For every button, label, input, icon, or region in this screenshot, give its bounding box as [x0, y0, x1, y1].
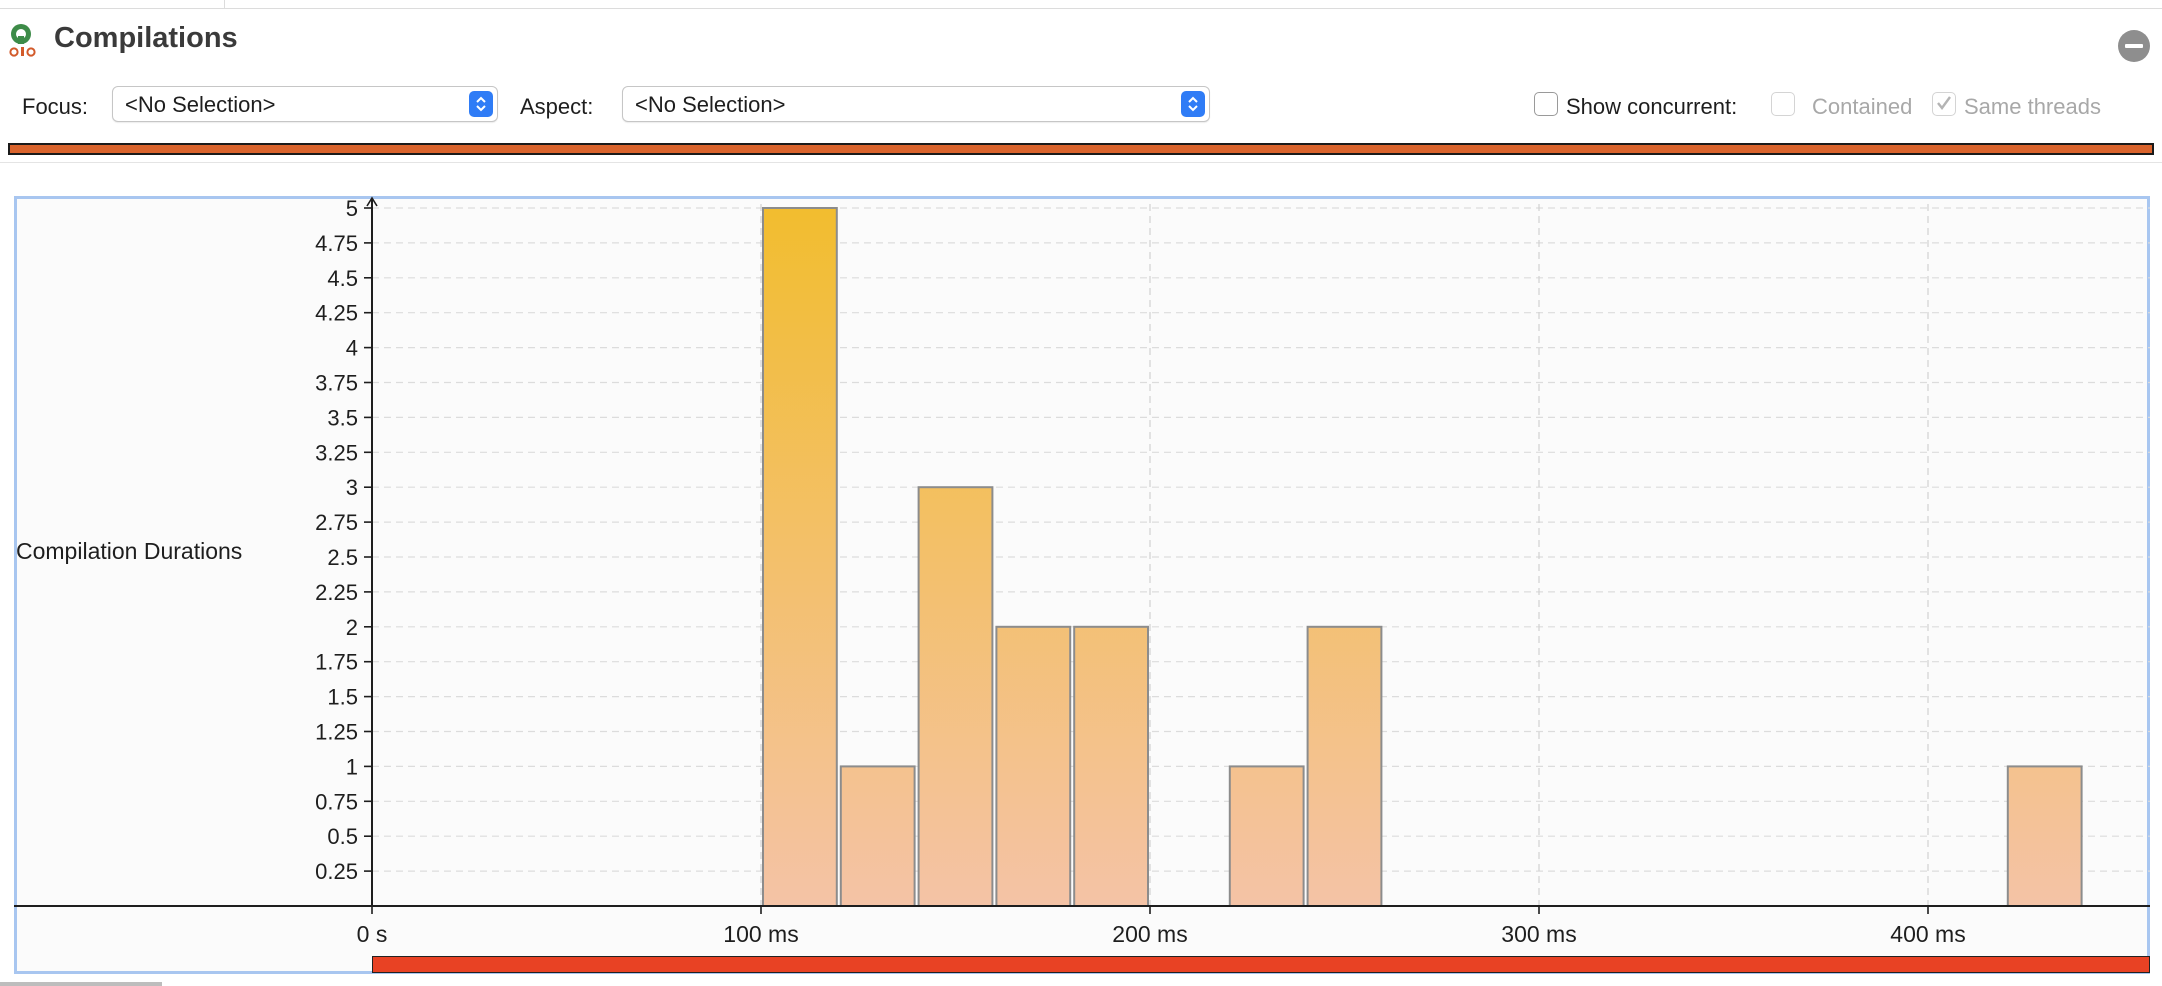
- x-tick-label: 100 ms: [723, 921, 798, 947]
- y-tick-label: 1.25: [315, 720, 358, 745]
- x-tick-label: 0 s: [357, 921, 388, 947]
- y-tick-label: 3.25: [315, 440, 358, 465]
- histogram-bar[interactable]: [917, 486, 994, 907]
- histogram-bar[interactable]: [1228, 765, 1305, 908]
- y-tick-label: 3.75: [315, 371, 358, 396]
- y-tick-label: 1.5: [327, 685, 358, 710]
- y-tick-label: 3.5: [327, 405, 358, 430]
- y-tick-label: 4.25: [315, 301, 358, 326]
- y-tick-label: 0.75: [315, 789, 358, 814]
- y-tick-label: 2: [346, 615, 358, 640]
- y-tick-label: 2.5: [327, 545, 358, 570]
- histogram-bar[interactable]: [1306, 625, 1383, 907]
- x-tick-label: 300 ms: [1501, 921, 1576, 947]
- time-range-bar[interactable]: [372, 956, 2150, 973]
- y-tick-label: 2.75: [315, 510, 358, 535]
- y-tick-label: 1: [346, 754, 358, 779]
- histogram-bar[interactable]: [762, 207, 838, 907]
- y-tick-label: 3: [346, 475, 358, 500]
- x-tick-label: 400 ms: [1890, 921, 1965, 947]
- x-tick-label: 200 ms: [1112, 921, 1187, 947]
- histogram-bar[interactable]: [1073, 625, 1149, 907]
- y-tick-label: 5: [346, 196, 358, 221]
- scrollbar-stub[interactable]: [0, 982, 162, 986]
- y-tick-label: 4.75: [315, 231, 358, 256]
- y-tick-label: 4: [346, 336, 358, 361]
- compilation-durations-chart[interactable]: 5 4.75 4.5 4.25 4 3.75 3.5 3.25 3 2.75 2.5 2.25 2 1.7…: [0, 0, 2162, 986]
- histogram-bar[interactable]: [2006, 765, 2083, 908]
- y-tick-label: 4.5: [327, 266, 358, 291]
- histogram-bar[interactable]: [995, 625, 1072, 907]
- y-tick-label: 1.75: [315, 650, 358, 675]
- histogram-bar[interactable]: [839, 765, 916, 908]
- y-tick-label: 0.25: [315, 859, 358, 884]
- y-tick-label: 0.5: [327, 824, 358, 849]
- y-tick-label: 2.25: [315, 580, 358, 605]
- y-axis-title: Compilation Durations: [16, 538, 243, 564]
